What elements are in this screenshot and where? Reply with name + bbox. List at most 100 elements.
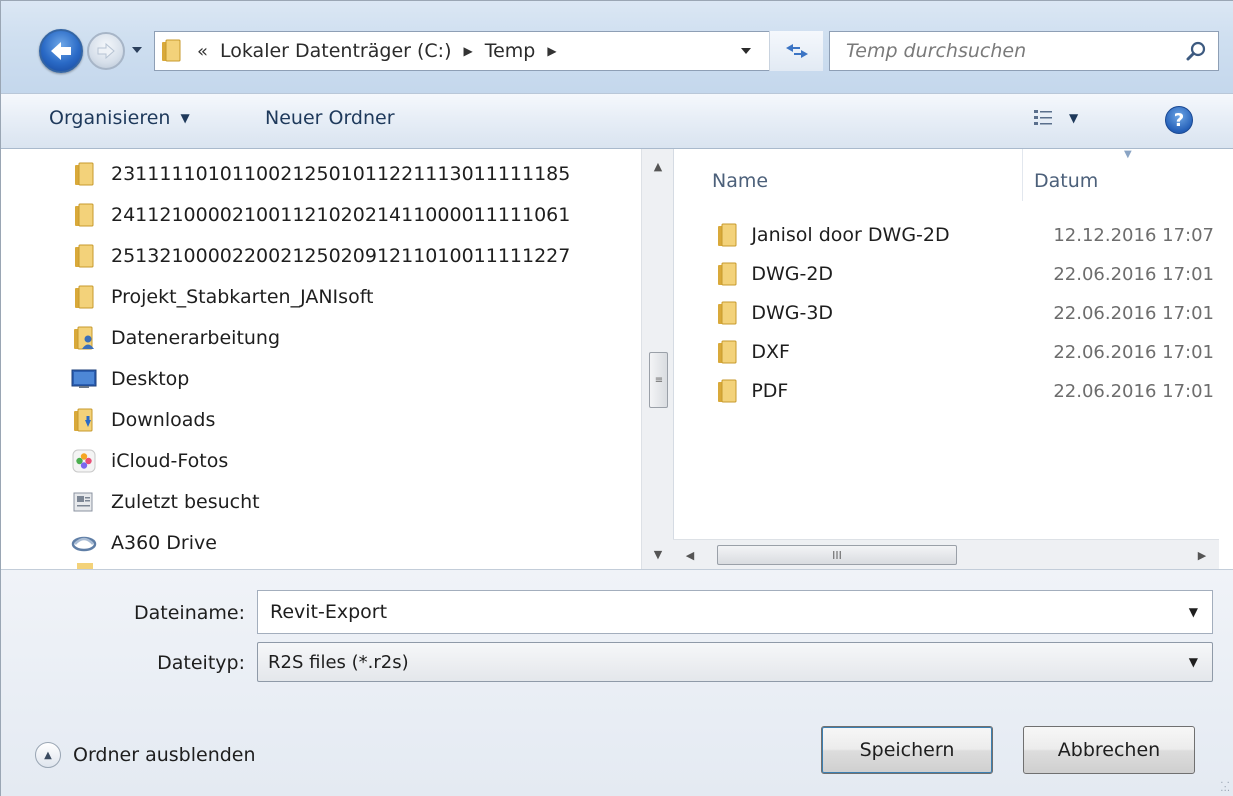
back-button[interactable] [39,29,83,73]
help-icon: ? [1173,109,1185,131]
address-row: « Lokaler Datenträger (C:) ▶ Temp ▶ [1,1,1233,93]
nav-item-label: Projekt_Stabkarten_JANIsoft [111,286,374,308]
cancel-button[interactable]: Abbrechen [1023,726,1195,774]
nav-item[interactable]: Projekt_Stabkarten_JANIsoft [71,280,374,314]
nav-item-label: A360 Drive [111,532,217,554]
chevron-right-icon[interactable]: ▶ [547,44,556,58]
address-history-dropdown[interactable] [723,31,769,71]
folder-icon [71,202,97,228]
chevron-down-icon [132,47,142,53]
filetype-value: R2S files (*.r2s) [268,651,409,673]
nav-item[interactable]: Desktop [71,362,189,396]
scroll-left-arrow-icon[interactable]: ◀ [677,540,703,570]
column-header-date[interactable]: Datum [1034,161,1098,201]
file-row[interactable]: DWG-2D 22.06.2016 17:01 [714,256,1214,292]
hide-folders-label: Ordner ausblenden [73,744,256,766]
nav-item-label: Datenerarbeitung [111,327,281,349]
nav-item[interactable]: 23111110101100212501011221113011111185 [71,157,570,191]
file-list-pane[interactable]: Name ▼ Datum Janisol door DWG-2D 12.12.2… [673,149,1219,569]
column-divider[interactable] [1022,149,1023,201]
breadcrumb-overflow[interactable]: « [197,41,208,62]
refresh-icon [785,44,808,58]
nav-item[interactable]: A360 Drive [71,526,217,560]
view-list-icon [1034,110,1052,125]
pane-edge [1219,149,1233,569]
nav-vertical-scrollbar[interactable]: ▲ ≡ ▼ [641,149,673,569]
scroll-thumb[interactable]: ≡ [649,352,668,408]
icloud-photos-icon [71,448,97,474]
desktop-icon [71,366,97,392]
search-box[interactable] [829,31,1219,71]
breadcrumb-item-temp[interactable]: Temp [485,40,536,62]
navigation-pane[interactable]: 23111110101100212501011221113011111185 2… [1,149,673,569]
filetype-select[interactable]: R2S files (*.r2s) ▼ [257,642,1213,682]
chevron-down-icon[interactable]: ▼ [1189,605,1198,619]
chevron-right-icon[interactable]: ▶ [463,44,472,58]
file-date: 22.06.2016 17:01 [1053,263,1214,285]
help-button[interactable]: ? [1165,106,1193,134]
column-header-date-label: Datum [1034,170,1099,192]
breadcrumb-item-drive[interactable]: Lokaler Datenträger (C:) [220,40,451,62]
filetype-label: Dateityp: [157,652,245,674]
file-name: DXF [751,341,790,363]
file-name: PDF [751,380,789,402]
file-list-horizontal-scrollbar[interactable]: ◀ III ▶ [673,539,1219,569]
scroll-up-arrow-icon[interactable]: ▲ [642,153,674,179]
recent-pages-dropdown[interactable] [129,42,145,58]
search-icon[interactable] [1186,40,1208,62]
nav-item-label: 24112100002100112102021411000011111061 [111,204,571,226]
nav-item[interactable]: Downloads [71,403,215,437]
file-date: 22.06.2016 17:01 [1053,380,1214,402]
resize-grip-icon[interactable]: . ..:. [1220,776,1230,794]
file-date: 22.06.2016 17:01 [1053,302,1214,324]
nav-item[interactable]: 24112100002100112102021411000011111061 [71,198,570,232]
refresh-button[interactable] [769,31,823,71]
nav-item-label: Downloads [111,409,216,431]
file-row[interactable]: DWG-3D 22.06.2016 17:01 [714,295,1214,331]
chevron-up-icon: ▲ [35,742,61,768]
folder-icon [714,261,739,287]
nav-item-label: Zuletzt besucht [111,491,260,513]
organize-button[interactable]: Organisieren ▼ [49,107,190,129]
folder-icon [714,222,739,248]
new-folder-button[interactable]: Neuer Ordner [265,107,395,129]
column-header-name-label: Name [712,170,769,192]
scroll-right-arrow-icon[interactable]: ▶ [1189,540,1215,570]
save-dialog: « Lokaler Datenträger (C:) ▶ Temp ▶ Temp… [0,0,1233,796]
save-button[interactable]: Speichern [821,726,993,774]
file-row[interactable]: Janisol door DWG-2D 12.12.2016 17:07 [714,217,1214,253]
downloads-folder-icon [71,407,97,433]
nav-item[interactable]: 25132100002200212502091211010011111227 [71,239,570,273]
nav-item[interactable]: iCloud-Fotos [71,444,228,478]
filename-combobox[interactable]: ▼ [257,590,1213,634]
file-name: DWG-2D [751,263,834,285]
column-header-name[interactable]: Name [712,161,768,201]
folder-icon [71,243,97,269]
breadcrumb: « Lokaler Datenträger (C:) ▶ Temp ▶ [191,40,563,62]
search-input[interactable] [846,40,1166,62]
command-bar: Organisieren ▼ Neuer Ordner ▼ ? [1,93,1233,149]
file-date: 12.12.2016 17:07 [1053,224,1214,246]
nav-item[interactable]: Datenerarbeitung [71,321,280,355]
forward-button[interactable] [87,32,125,70]
filename-input[interactable] [270,601,1150,623]
scroll-down-arrow-icon[interactable]: ▼ [642,541,674,567]
nav-item[interactable]: Zuletzt besucht [71,485,260,519]
sort-indicator-icon: ▼ [1124,149,1132,160]
scroll-thumb[interactable]: III [717,545,957,565]
file-row[interactable]: DXF 22.06.2016 17:01 [714,334,1214,370]
new-folder-label: Neuer Ordner [265,107,395,129]
nav-item-label: 25132100002200212502091211010011111227 [111,245,571,267]
recent-places-icon [71,489,97,515]
nav-item-label: 23111110101100212501011221113011111185 [111,163,571,185]
file-row[interactable]: PDF 22.06.2016 17:01 [714,373,1214,409]
file-name: DWG-3D [751,302,834,324]
change-view-button[interactable]: ▼ [1033,108,1078,128]
chevron-down-icon [741,48,751,54]
hide-folders-button[interactable]: ▲ Ordner ausblenden [35,742,256,768]
folder-icon [714,339,739,365]
save-options-panel: Dateiname: ▼ Dateityp: R2S files (*.r2s)… [1,569,1233,796]
nav-item-label: iCloud-Fotos [111,450,229,472]
folder-icon [71,161,97,187]
filename-label: Dateiname: [134,602,245,624]
